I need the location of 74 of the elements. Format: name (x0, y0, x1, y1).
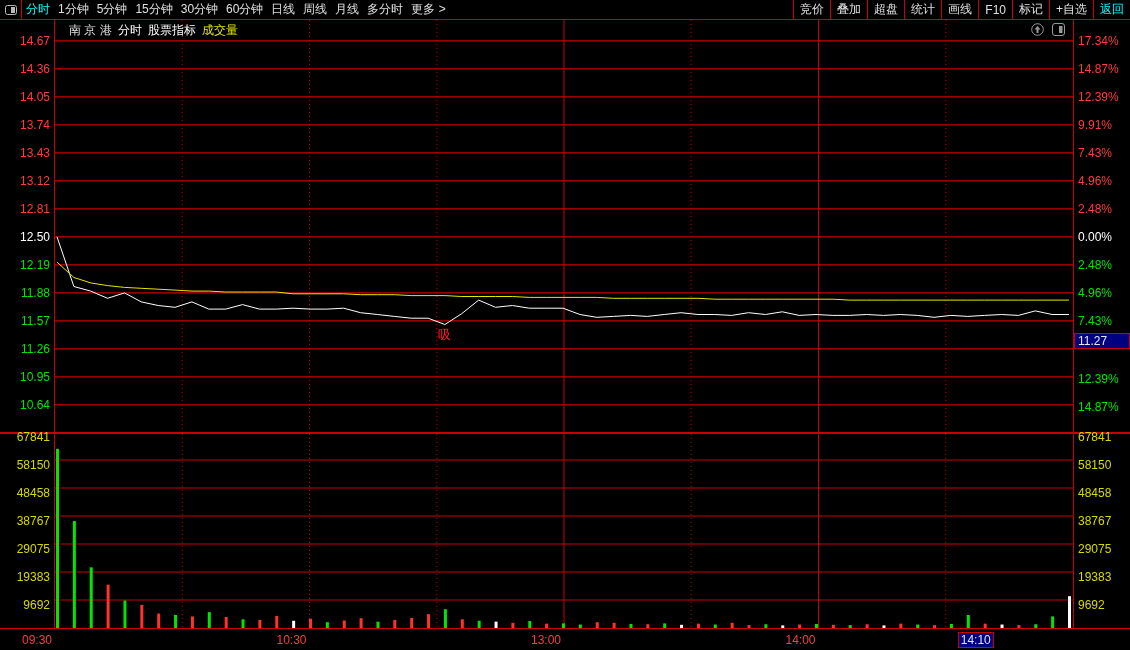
percent-label: 0.00% (1077, 230, 1114, 244)
price-label: 12.50 (19, 230, 51, 244)
price-label: 13.43 (19, 146, 51, 160)
signal-marker: 吸 (438, 327, 452, 343)
price-label: 14.36 (19, 62, 51, 76)
price-label: 14.05 (19, 90, 51, 104)
period-tab[interactable]: 1分钟 (54, 0, 93, 19)
price-label: 13.74 (19, 118, 51, 132)
period-tab[interactable]: 5分钟 (92, 0, 132, 19)
toolbar-button[interactable]: 叠加 (830, 0, 868, 19)
percent-label: 12.39% (1077, 90, 1120, 104)
price-label: 14.67 (19, 34, 51, 48)
time-label: 13:00 (529, 632, 562, 647)
percent-label: 2.48% (1077, 258, 1114, 272)
period-tab[interactable]: 周线 (299, 0, 332, 19)
percent-label: 17.34% (1077, 34, 1120, 48)
panel-toggle-icon[interactable] (1052, 23, 1065, 36)
volume-label: 67841 (1077, 430, 1113, 444)
volume-label: 48458 (15, 486, 51, 500)
stock-name: 南 京 港 (69, 22, 112, 39)
percent-label: 7.43% (1077, 146, 1114, 160)
period-tab[interactable]: 日线 (267, 0, 300, 19)
percent-label: 7.43% (1077, 314, 1114, 328)
time-label: 10:30 (275, 632, 308, 647)
volume-label: 9692 (1077, 598, 1106, 612)
toolbar-button[interactable]: 统计 (904, 0, 942, 19)
chart-mode: 分时 (117, 22, 142, 39)
toolbar-button[interactable]: 返回 (1093, 0, 1130, 19)
time-label: 14:00 (784, 632, 817, 647)
indicator-name: 股票指标 (147, 22, 196, 39)
upload-icon[interactable] (1031, 23, 1044, 36)
percent-label: 14.87% (1077, 62, 1120, 76)
volume-label: 58150 (15, 458, 51, 472)
period-tab[interactable]: 60分钟 (222, 0, 268, 19)
price-label: 12.19 (19, 258, 51, 272)
period-tab[interactable]: 多分时 (363, 0, 408, 19)
volume-label: 67841 (15, 430, 51, 444)
period-tab[interactable]: 分时 (22, 0, 54, 19)
price-label: 11.26 (19, 342, 51, 356)
period-tab[interactable]: 15分钟 (131, 0, 177, 19)
price-label: 10.64 (19, 398, 51, 412)
toolbar-button[interactable]: +自选 (1049, 0, 1093, 19)
cursor-time: 14:10 (957, 631, 994, 648)
volume-label: 38767 (15, 514, 51, 528)
volume-label: 29075 (15, 542, 51, 556)
toolbar-button[interactable]: 竞价 (793, 0, 831, 19)
price-badge: 11.27 (1074, 333, 1130, 349)
volume-label: 29075 (1077, 542, 1113, 556)
price-label: 11.88 (19, 286, 51, 300)
volume-label: 19383 (1077, 570, 1113, 584)
period-tab[interactable]: 30分钟 (176, 0, 223, 19)
percent-label: 14.87% (1077, 400, 1120, 414)
time-label: 09:30 (20, 632, 53, 647)
toolbar-button[interactable]: 超盘 (867, 0, 905, 19)
price-label: 12.81 (19, 202, 51, 216)
period-tab[interactable]: 更多 > (407, 0, 450, 19)
volume-title: 成交量 (201, 22, 238, 39)
toolbar-button[interactable]: F10 (978, 0, 1012, 19)
volume-label: 9692 (22, 598, 51, 612)
toolbar-button[interactable]: 画线 (941, 0, 979, 19)
price-label: 13.12 (19, 174, 51, 188)
percent-label: 2.48% (1077, 202, 1114, 216)
volume-label: 48458 (1077, 486, 1113, 500)
percent-label: 12.39% (1077, 372, 1120, 386)
volume-label: 38767 (1077, 514, 1113, 528)
percent-label: 9.91% (1077, 118, 1114, 132)
price-label: 11.57 (19, 314, 51, 328)
percent-label: 4.96% (1077, 174, 1114, 188)
volume-label: 58150 (1077, 458, 1113, 472)
toolbar-button[interactable]: 标记 (1012, 0, 1049, 19)
percent-label: 4.96% (1077, 286, 1114, 300)
volume-label: 19383 (15, 570, 51, 584)
price-label: 10.95 (19, 370, 51, 384)
period-tab[interactable]: 月线 (331, 0, 364, 19)
